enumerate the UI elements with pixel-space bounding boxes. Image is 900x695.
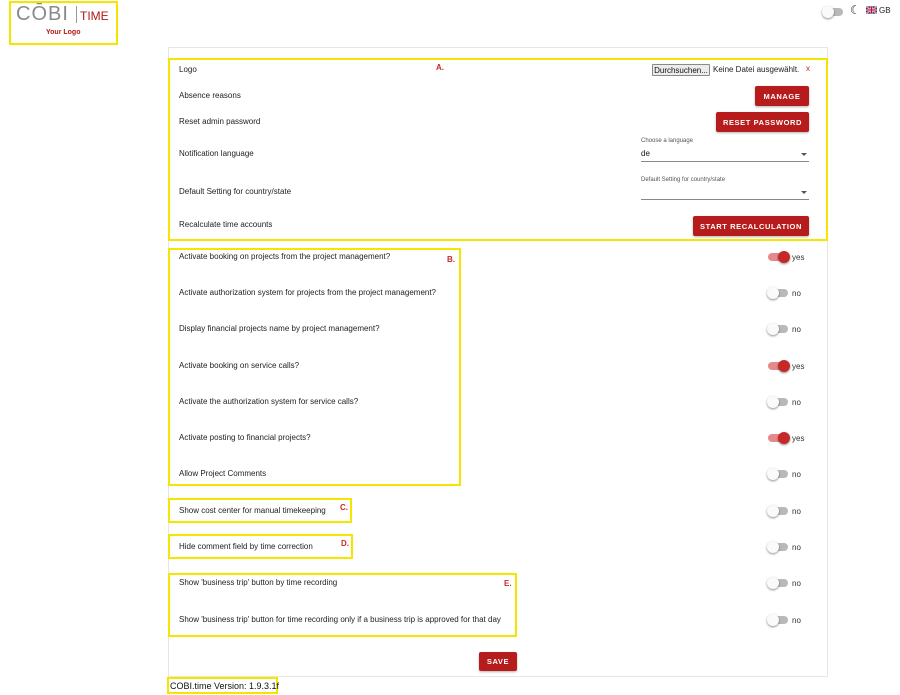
annotation-label-a: A.: [436, 63, 444, 72]
toggle-knob: [767, 323, 779, 335]
toggle-knob: [767, 614, 779, 626]
setting-toggle[interactable]: [767, 505, 791, 517]
logo-divider: [76, 6, 77, 23]
toggle-state-text: no: [792, 470, 801, 479]
absence-reasons-label: Absence reasons: [179, 91, 241, 100]
toggle-state-text: yes: [792, 362, 805, 371]
toggle-knob: [767, 396, 779, 408]
annotation-label-d: D.: [341, 539, 349, 548]
file-status-text: Keine Datei ausgewählt.: [713, 65, 800, 74]
country-select-underline: [641, 199, 809, 200]
setting-toggle[interactable]: [767, 432, 791, 444]
annotation-label-e: E.: [504, 579, 512, 588]
toggle-state-text: yes: [792, 434, 805, 443]
setting-toggle[interactable]: [767, 287, 791, 299]
manage-button[interactable]: Manage: [755, 86, 809, 106]
toggle-knob: [767, 287, 779, 299]
toggle-setting-label: Activate booking on projects from the pr…: [179, 252, 391, 261]
toggle-knob: [767, 577, 779, 589]
reset-password-button[interactable]: Reset password: [716, 112, 809, 132]
toggle-setting-label: Activate booking on service calls?: [179, 361, 300, 370]
start-recalculation-button[interactable]: Start recalculation: [693, 216, 809, 236]
toggle-setting-label: Hide comment field by time correction: [179, 542, 313, 551]
toggle-knob: [767, 541, 779, 553]
toggle-setting-label: Display financial projects name by proje…: [179, 324, 380, 333]
setting-toggle[interactable]: [767, 468, 791, 480]
toggle-setting-label: Activate posting to financial projects?: [179, 433, 311, 442]
toggle-knob: [778, 251, 790, 263]
toggle-knob: [822, 6, 834, 18]
dark-mode-toggle[interactable]: [822, 6, 846, 18]
language-select-label: Choose a language: [641, 138, 694, 144]
toggle-state-text: no: [792, 507, 801, 516]
uk-flag-icon[interactable]: [866, 6, 877, 14]
toggle-state-text: no: [792, 325, 801, 334]
reset-password-label: Reset admin password: [179, 117, 261, 126]
logo-tagline: Your Logo: [46, 29, 81, 36]
setting-toggle[interactable]: [767, 396, 791, 408]
annotation-label-c: C.: [340, 503, 348, 512]
country-select-label: Default Setting for country/state: [641, 177, 726, 183]
toggle-setting-label: Show cost center for manual timekeeping: [179, 506, 326, 515]
toggle-state-text: no: [792, 616, 801, 625]
notification-language-label: Notification language: [179, 149, 254, 158]
toggle-state-text: no: [792, 579, 801, 588]
toggle-state-text: no: [792, 398, 801, 407]
toggle-state-text: no: [792, 289, 801, 298]
toggle-knob: [778, 432, 790, 444]
chevron-down-icon[interactable]: [801, 153, 807, 156]
setting-toggle[interactable]: [767, 251, 791, 263]
toggle-knob: [778, 360, 790, 372]
toggle-knob: [767, 505, 779, 517]
save-button[interactable]: Save: [479, 652, 517, 671]
language-select-underline: [641, 161, 809, 162]
toggle-state-text: no: [792, 543, 801, 552]
annotation-label-b: B.: [447, 255, 455, 264]
toggle-setting-label: Activate the authorization system for se…: [179, 397, 359, 406]
toggle-setting-label: Activate authorization system for projec…: [179, 288, 437, 297]
setting-toggle[interactable]: [767, 541, 791, 553]
toggle-setting-label: Show 'business trip' button by time reco…: [179, 578, 338, 587]
setting-toggle[interactable]: [767, 577, 791, 589]
setting-toggle[interactable]: [767, 614, 791, 626]
moon-icon: ☾: [850, 3, 861, 17]
logo-wordmark: CŌBI: [16, 3, 69, 25]
toggle-knob: [767, 468, 779, 480]
toggle-setting-label: Show 'business trip' button for time rec…: [179, 615, 501, 624]
clear-file-button[interactable]: x: [806, 64, 810, 73]
chevron-down-icon[interactable]: [801, 191, 807, 194]
logo-setting-label: Logo: [179, 65, 197, 74]
setting-toggle[interactable]: [767, 323, 791, 335]
country-setting-label: Default Setting for country/state: [179, 187, 292, 196]
setting-toggle[interactable]: [767, 360, 791, 372]
browse-file-button[interactable]: Durchsuchen...: [652, 64, 710, 76]
version-text: COBI.time Version: 1.9.3.1f: [170, 681, 280, 691]
language-code[interactable]: GB: [879, 6, 891, 15]
recalculate-label: Recalculate time accounts: [179, 220, 273, 229]
logo-time-text: TIME: [80, 9, 109, 23]
toggle-setting-label: Allow Project Comments: [179, 469, 267, 478]
language-select-value[interactable]: de: [641, 149, 650, 158]
toggle-state-text: yes: [792, 253, 805, 262]
